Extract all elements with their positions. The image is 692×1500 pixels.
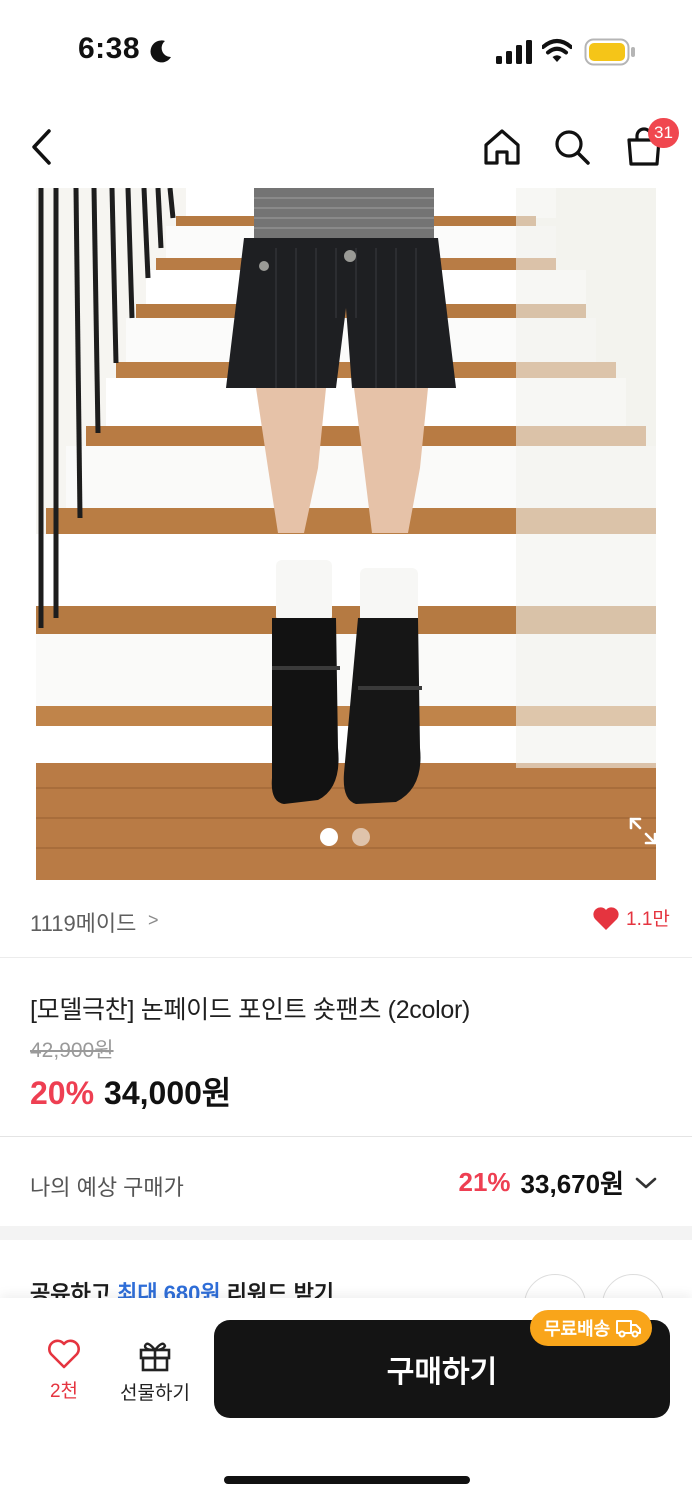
brand-row[interactable]: 1119메이드 > 1.1만 [0,880,692,958]
expected-price-label: 나의 예상 구매가 [30,1175,184,1200]
expand-icon[interactable] [628,816,656,846]
gift-label: 선물하기 [120,1383,190,1404]
home-button[interactable] [478,122,526,172]
bottom-action-bar: 2천 선물하기 구매하기 무료배송 [0,1298,692,1500]
pager-dot-active[interactable] [320,828,338,846]
brand-name[interactable]: 1119메이드 [30,906,136,938]
battery-icon [584,38,635,66]
product-image[interactable] [36,188,656,880]
signal-icon [496,40,532,64]
chevron-down-icon[interactable] [634,1175,658,1191]
original-price: 42,900원 [30,1039,114,1062]
expected-price: 33,670원 [520,1169,624,1199]
like-count: 1.1만 [626,909,670,930]
expected-price-value: 21% 33,670원 [459,1164,659,1201]
product-photo [36,188,656,880]
wishlist-button[interactable]: 2천 [34,1338,94,1408]
heart-outline-icon [48,1339,80,1369]
pager-dot[interactable] [352,828,370,846]
home-indicator [224,1476,470,1484]
brand-chevron-icon: > [148,910,159,930]
back-button[interactable] [20,122,64,172]
divider [0,1136,692,1137]
heart-filled-icon [593,906,619,930]
price-row: 20% 34,000원 [30,1068,231,1114]
search-icon [555,130,590,165]
gift-icon [139,1342,171,1372]
status-bar: 6:38 [0,0,692,100]
cart-count-badge: 31 [648,118,679,148]
wishlist-count: 2천 [49,1381,79,1402]
moon-icon [150,40,171,63]
free-shipping-label: 무료배송 [544,1319,611,1339]
status-time: 6:38 [78,32,141,65]
gift-button[interactable]: 선물하기 [112,1338,198,1408]
expected-discount-rate: 21% [458,1167,511,1197]
product-title: [모델극찬] 논페이드 포인트 숏팬츠 (2color) [30,996,471,1024]
section-separator [0,1226,692,1240]
home-icon [484,129,520,165]
back-icon [32,129,51,165]
wifi-icon [542,39,572,62]
top-nav [0,110,692,186]
sale-price: 34,000원 [104,1075,232,1111]
like-button[interactable]: 1.1만 [592,904,670,931]
search-button[interactable] [548,122,596,172]
discount-rate: 20% [30,1075,95,1111]
expected-price-row[interactable]: 나의 예상 구매가 21% 33,670원 [0,1138,692,1226]
image-pager [320,828,370,846]
truck-icon [616,1320,642,1338]
free-shipping-badge: 무료배송 [530,1310,653,1346]
